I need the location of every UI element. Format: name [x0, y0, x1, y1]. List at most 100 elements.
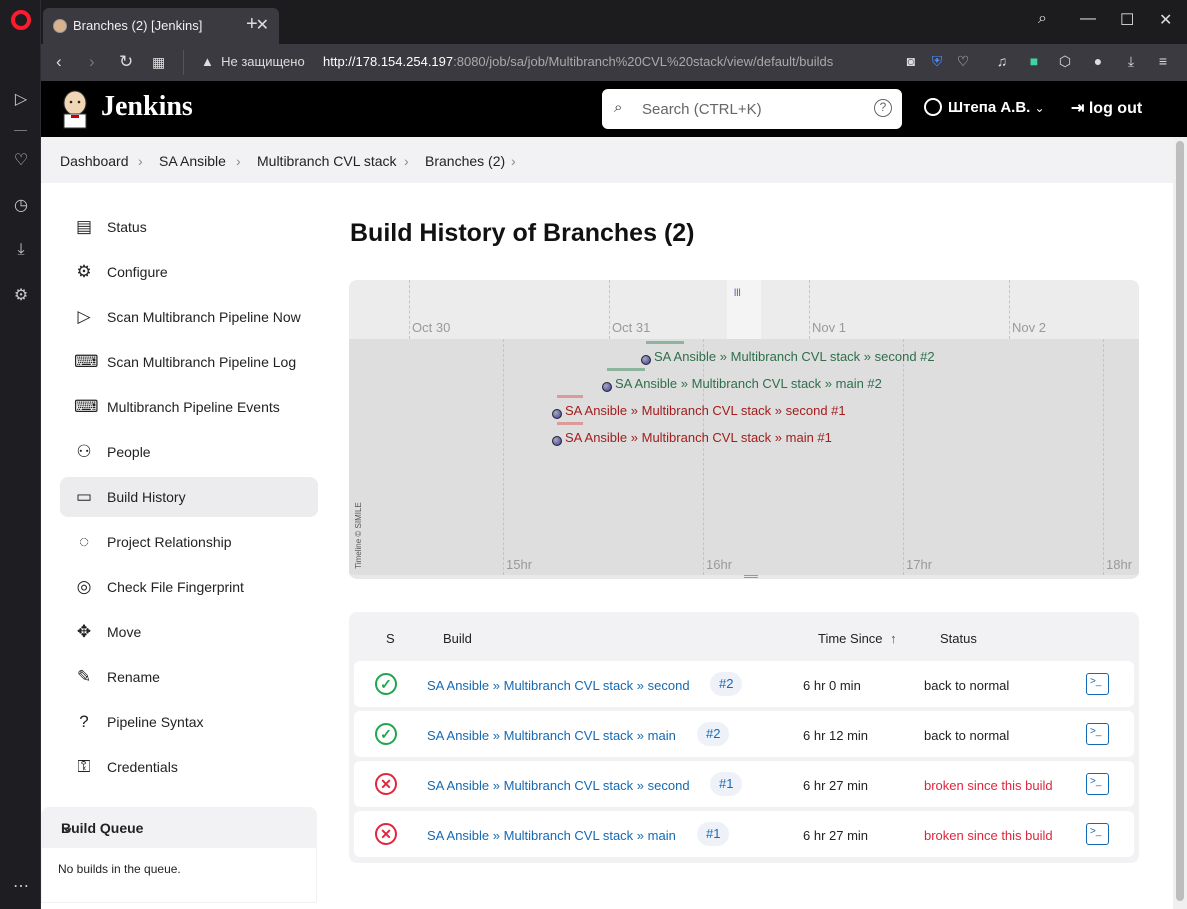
timeline-event-dot[interactable] — [641, 355, 651, 365]
build-number-badge[interactable]: #1 — [710, 772, 743, 796]
browser-tab[interactable]: Branches (2) [Jenkins] ✕ — [43, 8, 279, 44]
column-header-status[interactable]: Status — [940, 631, 977, 646]
extension-icon[interactable]: ■ — [1025, 53, 1043, 71]
download-icon[interactable]: ⤓ — [11, 240, 31, 260]
column-header-s[interactable]: S — [386, 631, 395, 646]
sidebar-item-build-history[interactable]: ▭ Build History — [60, 477, 318, 517]
sidebar-item-label: Project Relationship — [107, 534, 232, 550]
security-warning[interactable]: ▲ Не защищено — [201, 54, 305, 69]
sidebar-item-scan-now[interactable]: ▷ Scan Multibranch Pipeline Now — [60, 295, 318, 340]
sidebar-item-move[interactable]: ✥ Move — [60, 610, 318, 655]
move-icon: ✥ — [76, 622, 92, 641]
timeline-detail-band[interactable]: 15hr 16hr 17hr 18hr Timeline © SIMILE SA… — [349, 339, 1139, 575]
sidebar-item-status[interactable]: ▤ Status — [60, 205, 318, 250]
sidebar-item-scan-log[interactable]: ⌨ Scan Multibranch Pipeline Log — [60, 340, 318, 385]
page-scrollbar[interactable] — [1173, 137, 1187, 909]
grid-line — [409, 280, 410, 339]
build-link[interactable]: SA Ansible » Multibranch CVL stack » sec… — [427, 678, 690, 693]
build-number-badge[interactable]: #2 — [697, 722, 730, 746]
new-tab-icon[interactable]: + — [246, 13, 258, 36]
chevron-right-icon: › — [404, 153, 409, 169]
history-icon[interactable]: ◷ — [11, 196, 31, 216]
heart-outline-icon[interactable]: ♡ — [954, 53, 972, 71]
sidebar-item-project-relationship[interactable]: ◌ Project Relationship — [60, 520, 318, 565]
profile-icon[interactable]: ● — [1089, 53, 1107, 71]
build-timeline[interactable]: lll Oct 30 Oct 31 Nov 1 Nov 2 15hr 16hr … — [349, 280, 1139, 579]
grid-line — [503, 339, 504, 575]
time-since: 6 hr 12 min — [803, 728, 869, 743]
sidebar-item-rename[interactable]: ✎ Rename — [60, 655, 318, 700]
breadcrumb-branches[interactable]: Branches (2) — [425, 153, 505, 169]
grid-line — [809, 280, 810, 339]
breadcrumb-multibranch[interactable]: Multibranch CVL stack — [257, 153, 397, 169]
music-icon[interactable]: ♫ — [993, 53, 1011, 71]
build-number-badge[interactable]: #1 — [697, 822, 730, 846]
build-status: back to normal — [924, 728, 1010, 743]
timeline-resize-handle[interactable] — [744, 575, 758, 578]
sidebar-item-pipeline-syntax[interactable]: ? Pipeline Syntax — [60, 700, 318, 745]
search-input[interactable] — [642, 97, 862, 121]
heart-icon[interactable]: ♡ — [11, 151, 31, 171]
timeline-event-label[interactable]: SA Ansible » Multibranch CVL stack » sec… — [654, 349, 935, 364]
menu-icon[interactable]: ≡ — [1154, 53, 1172, 71]
chevron-down-icon[interactable]: ⌄ — [61, 817, 297, 837]
column-header-build[interactable]: Build — [443, 631, 472, 646]
jenkins-app-name[interactable]: Jenkins — [101, 91, 193, 123]
maximize-icon[interactable]: ☐ — [1120, 10, 1134, 30]
sidebar-item-label: Pipeline Syntax — [107, 714, 204, 730]
forward-icon[interactable]: › — [89, 52, 95, 72]
build-link[interactable]: SA Ansible » Multibranch CVL stack » sec… — [427, 778, 690, 793]
more-icon[interactable]: ⋯ — [11, 877, 31, 897]
page-content: ▤ Status ⚙ Configure ▷ Scan Multibranch Pip… — [41, 183, 1173, 909]
opera-logo-icon[interactable] — [11, 10, 31, 30]
breadcrumb-dashboard[interactable]: Dashboard — [60, 153, 129, 169]
timeline-date-label: Oct 30 — [412, 320, 451, 335]
back-icon[interactable]: ‹ — [56, 52, 62, 72]
console-output-icon[interactable]: >_ — [1086, 773, 1109, 795]
timeline-event-label[interactable]: SA Ansible » Multibranch CVL stack » mai… — [565, 430, 832, 445]
logout-link[interactable]: ⇥ log out — [1071, 98, 1142, 118]
build-queue-header[interactable]: Build Queue ⌄ — [41, 807, 317, 847]
relationship-icon: ◌ — [78, 532, 90, 551]
camera-icon[interactable]: ◙ — [902, 53, 920, 71]
sidebar-item-people[interactable]: ⚇ People — [60, 430, 318, 475]
sidebar-item-label: Scan Multibranch Pipeline Now — [107, 309, 301, 325]
console-output-icon[interactable]: >_ — [1086, 823, 1109, 845]
console-output-icon[interactable]: >_ — [1086, 673, 1109, 695]
jenkins-logo-icon[interactable] — [59, 89, 91, 129]
timeline-event-dot[interactable] — [602, 382, 612, 392]
shield-icon[interactable]: ⛨ — [928, 53, 946, 71]
search-help-icon[interactable]: ? — [874, 99, 892, 117]
sidebar-item-events[interactable]: ⌨ Multibranch Pipeline Events — [60, 385, 318, 430]
sidebar-item-configure[interactable]: ⚙ Configure — [60, 250, 318, 295]
gear-icon[interactable]: ⚙ — [11, 286, 31, 306]
timeline-event-dot[interactable] — [552, 436, 562, 446]
search-tabs-icon[interactable]: ⌕ — [1038, 10, 1047, 28]
timeline-event-label[interactable]: SA Ansible » Multibranch CVL stack » sec… — [565, 403, 846, 418]
scrollbar-thumb[interactable] — [1176, 141, 1184, 901]
downloads-icon[interactable]: ⤓ — [1122, 53, 1140, 71]
column-header-time-since[interactable]: Time Since ↑ — [818, 631, 897, 646]
sidebar-item-fingerprint[interactable]: ◎ Check File Fingerprint — [60, 565, 318, 610]
cube-icon[interactable]: ⬡ — [1056, 53, 1074, 71]
url-field[interactable]: http://178.154.254.197:8080/job/sa/job/M… — [323, 54, 833, 69]
reload-icon[interactable]: ↻ — [119, 52, 133, 72]
breadcrumb-sa-ansible[interactable]: SA Ansible — [159, 153, 226, 169]
timeline-event-dot[interactable] — [552, 409, 562, 419]
console-output-icon[interactable]: >_ — [1086, 723, 1109, 745]
tabs-grid-icon[interactable]: ▦ — [152, 54, 165, 71]
build-link[interactable]: SA Ansible » Multibranch CVL stack » mai… — [427, 828, 676, 843]
timeline-event-bar — [646, 341, 684, 344]
timeline-overview-band[interactable]: lll Oct 30 Oct 31 Nov 1 Nov 2 — [349, 280, 1139, 339]
grid-line — [703, 339, 704, 575]
timeline-event-label[interactable]: SA Ansible » Multibranch CVL stack » mai… — [615, 376, 882, 391]
chevron-right-icon[interactable]: › — [511, 153, 516, 169]
sidebar-item-credentials[interactable]: ⚿ Credentials — [60, 745, 318, 790]
key-icon: ⚿ — [77, 757, 91, 776]
close-window-icon[interactable]: ✕ — [1159, 10, 1172, 30]
build-link[interactable]: SA Ansible » Multibranch CVL stack » mai… — [427, 728, 676, 743]
build-number-badge[interactable]: #2 — [710, 672, 743, 696]
minimize-icon[interactable]: — — [1080, 10, 1096, 28]
user-menu[interactable]: Штепа А.В. ⌄ — [924, 98, 1045, 116]
player-icon[interactable]: ▷ — [11, 90, 31, 110]
